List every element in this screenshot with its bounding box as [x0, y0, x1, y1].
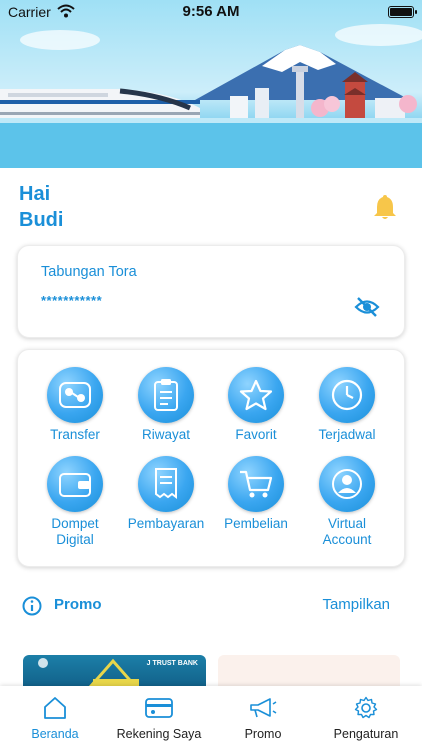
menu-transfer[interactable]: Transfer: [30, 367, 120, 443]
battery-icon: [388, 6, 417, 18]
card-icon: [145, 698, 173, 718]
menu-virtual-account[interactable]: Virtual Account: [302, 456, 392, 548]
bottom-tab-bar: Beranda Rekening Saya Promo Pengaturan: [0, 686, 422, 750]
transfer-icon: [47, 367, 103, 423]
tab-label: Pengaturan: [333, 727, 399, 741]
greeting-username: Budi: [19, 209, 64, 231]
greeting-hello: Hai: [19, 183, 51, 205]
clipboard-icon: [138, 367, 194, 423]
receipt-icon: [138, 456, 194, 512]
hero-banner: [0, 0, 422, 168]
tab-label: Promo: [244, 727, 282, 741]
promo-title: Promo: [54, 596, 102, 613]
savings-account-card[interactable]: Tabungan Tora ***********: [17, 245, 405, 338]
menu-pembelian[interactable]: Pembelian: [211, 456, 301, 532]
menu-label: Riwayat: [141, 427, 190, 442]
tab-beranda[interactable]: Beranda: [30, 696, 80, 741]
promo-section-header: Promo Tampilkan: [22, 595, 392, 617]
hide-balance-eye-icon[interactable]: [354, 296, 380, 318]
menu-label: Virtual Account: [322, 516, 372, 547]
clock-icon: [319, 367, 375, 423]
notification-bell-icon[interactable]: [372, 193, 398, 221]
menu-label: Dompet Digital: [51, 516, 99, 547]
menu-pembayaran[interactable]: Pembayaran: [121, 456, 211, 532]
wallet-icon: [47, 456, 103, 512]
megaphone-icon: [250, 698, 277, 718]
tab-label: Beranda: [31, 727, 79, 741]
gear-icon: [354, 696, 378, 719]
show-all-promo-link[interactable]: Tampilkan: [322, 596, 390, 613]
tab-rekening-saya[interactable]: Rekening Saya: [115, 696, 203, 741]
quick-menu-card: Transfer Riwayat Favorit Terjadwal Dompe…: [17, 349, 405, 567]
status-bar: Carrier 9:56 AM: [0, 0, 422, 24]
hero-illustration: [0, 24, 422, 168]
menu-riwayat[interactable]: Riwayat: [121, 367, 211, 443]
tab-promo[interactable]: Promo: [238, 696, 288, 741]
menu-dompet-digital[interactable]: Dompet Digital: [30, 456, 120, 548]
star-icon: [228, 367, 284, 423]
tab-label: Rekening Saya: [116, 727, 202, 741]
menu-label: Terjadwal: [318, 427, 376, 442]
cart-icon: [228, 456, 284, 512]
home-icon: [44, 697, 66, 719]
promo-brand: J TRUST BANK: [146, 660, 198, 667]
user-account-icon: [319, 456, 375, 512]
masked-balance: ***********: [41, 293, 103, 308]
info-icon: [22, 596, 42, 616]
account-name: Tabungan Tora: [41, 264, 137, 280]
menu-label: Pembelian: [224, 516, 288, 531]
tab-pengaturan[interactable]: Pengaturan: [331, 696, 401, 741]
menu-label: Pembayaran: [127, 516, 205, 531]
menu-label: Transfer: [50, 427, 100, 442]
menu-favorit[interactable]: Favorit: [211, 367, 301, 443]
menu-label: Favorit: [235, 427, 277, 442]
clock-label: 9:56 AM: [182, 3, 240, 20]
menu-terjadwal[interactable]: Terjadwal: [302, 367, 392, 443]
greeting: Hai Budi: [19, 181, 63, 233]
